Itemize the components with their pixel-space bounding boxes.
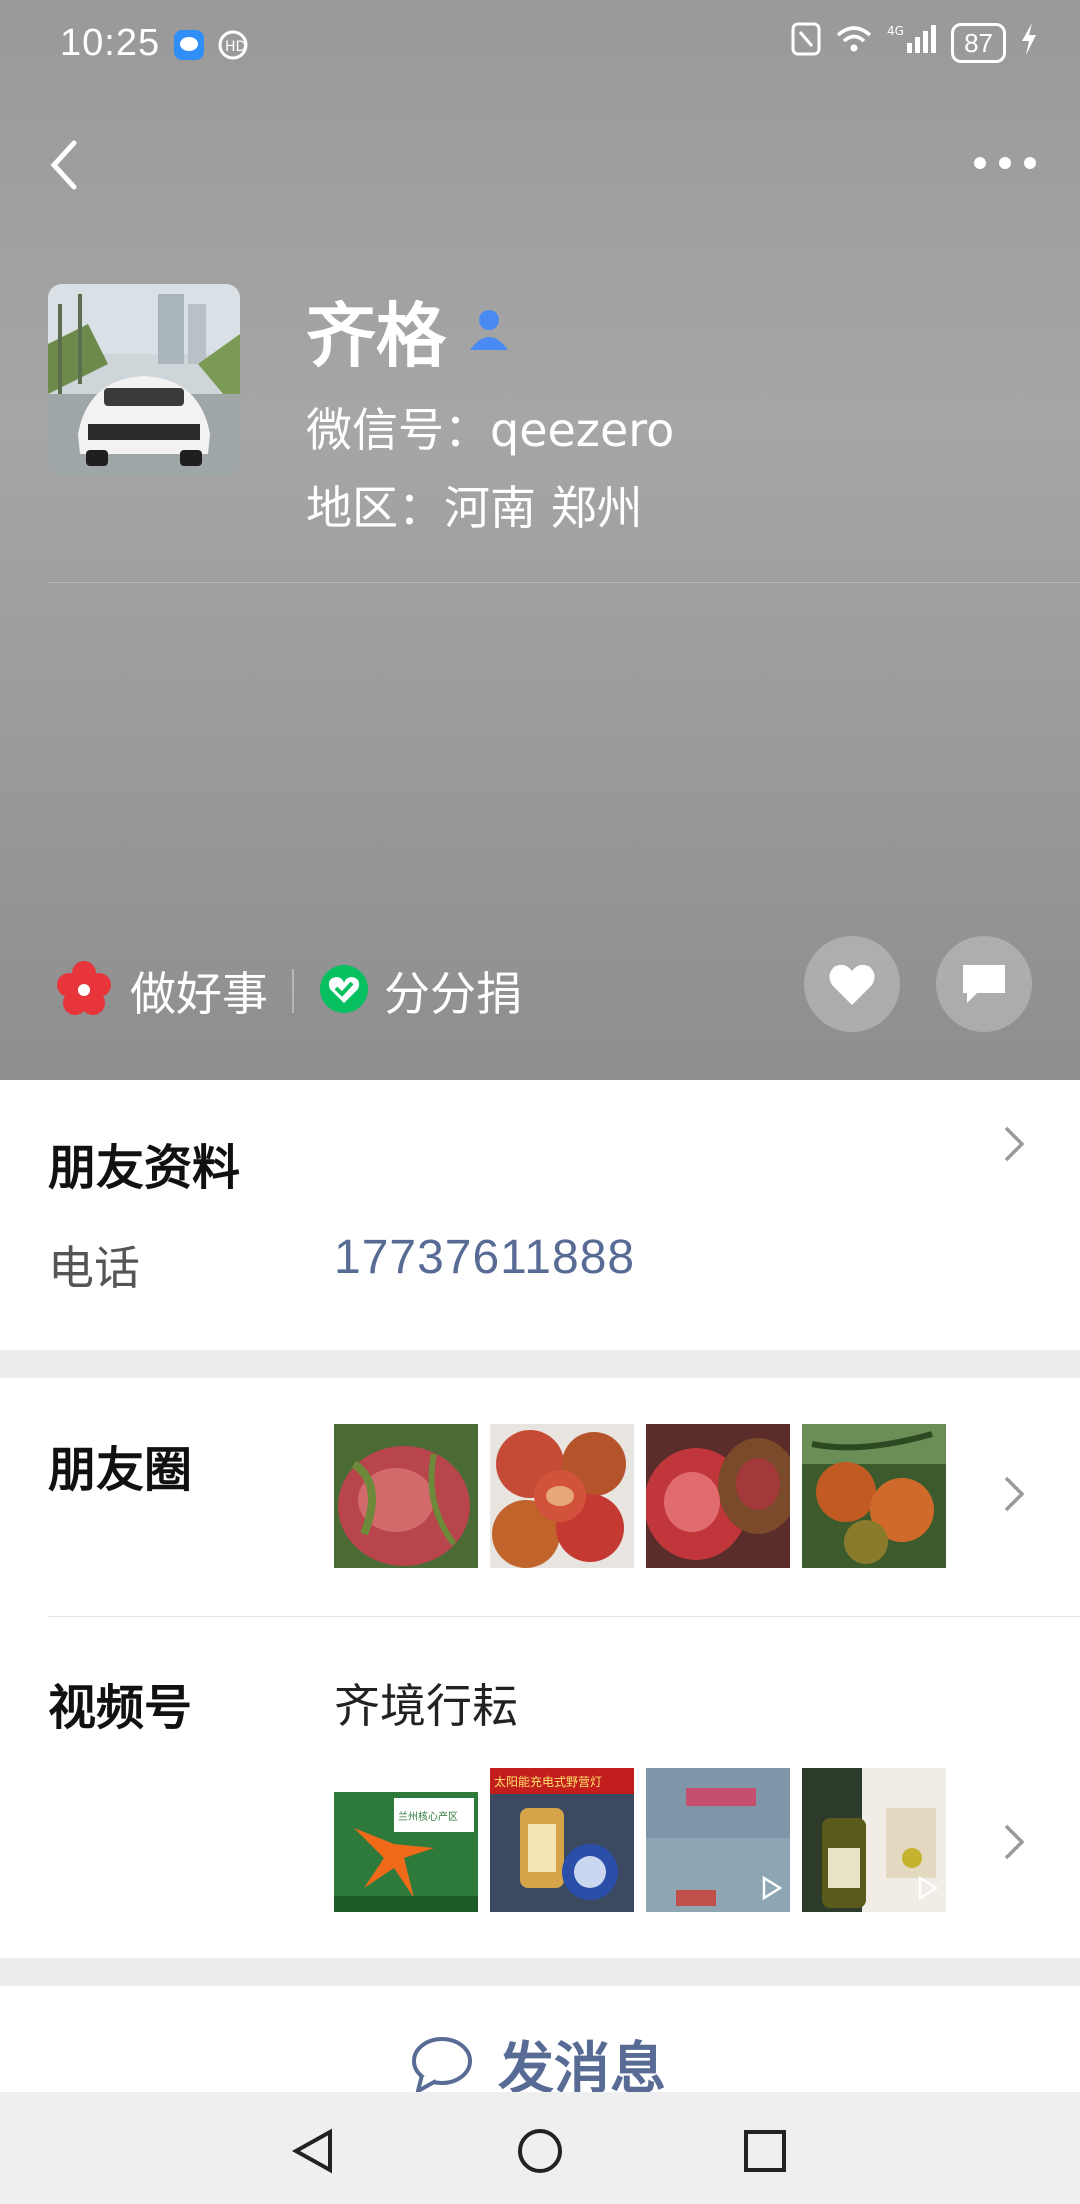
status-bar: 10:25 HD 4G 87 xyxy=(0,0,1080,92)
friend-info-title: 朋友资料 xyxy=(48,1140,241,1196)
phone-label: 电话 xyxy=(48,1241,140,1295)
channel-thumb-camping-lantern: 太阳能充电式野营灯 xyxy=(490,1768,634,1912)
system-navigation-bar xyxy=(0,2092,1080,2204)
svg-text:HD: HD xyxy=(225,39,246,55)
chevron-right-icon xyxy=(1004,1824,1025,1860)
good-deeds-flower-icon xyxy=(54,959,114,1023)
moments-thumb-tomato-cut-2 xyxy=(646,1424,790,1568)
status-time: 10:25 xyxy=(60,22,161,64)
moments-thumb-tomato-pile xyxy=(490,1424,634,1568)
donate-heart-icon xyxy=(318,963,370,1019)
message-app-icon xyxy=(172,28,206,66)
avatar[interactable] xyxy=(48,284,240,476)
content-card: 朋友圈 视频号 齐境行耘 兰州核心产区 太阳能充电式野营灯 xyxy=(0,1378,1080,1958)
chevron-right-icon xyxy=(1004,1126,1025,1162)
channel-thumb-olive-oil xyxy=(802,1768,946,1912)
nav-home-icon[interactable] xyxy=(515,2126,565,2176)
profile-name: 齐格 xyxy=(306,295,446,377)
poster-core-area-text: 兰州核心产区 xyxy=(398,1810,458,1823)
speech-bubble-icon xyxy=(963,965,1005,1003)
region: 地区：河南 郑州 xyxy=(306,481,643,535)
moments-thumb-tomato-on-vine xyxy=(802,1424,946,1568)
header-divider xyxy=(48,582,1080,583)
moments-title: 朋友圈 xyxy=(48,1442,193,1498)
back-button[interactable] xyxy=(40,135,90,195)
channels-thumbnails[interactable]: 兰州核心产区 太阳能充电式野营灯 xyxy=(334,1768,946,1912)
hd-call-icon: HD xyxy=(216,28,250,66)
svg-text:4G: 4G xyxy=(887,24,904,38)
channels-title: 视频号 xyxy=(48,1680,193,1736)
contact-person-icon xyxy=(466,306,512,356)
poster-lantern-text: 太阳能充电式野营灯 xyxy=(494,1774,602,1789)
comment-button[interactable] xyxy=(936,936,1032,1032)
donate-label[interactable]: 分分捐 xyxy=(384,958,522,1024)
more-dots-icon xyxy=(974,157,1036,169)
wifi-icon xyxy=(835,24,873,61)
chat-bubble-icon xyxy=(412,2036,472,2095)
channel-thumb-misty-video xyxy=(646,1768,790,1912)
4g-signal-icon: 4G xyxy=(887,23,937,62)
header-action-separator xyxy=(292,969,294,1013)
battery-icon: 87 xyxy=(951,22,1006,63)
phone-number[interactable]: 17737611888 xyxy=(334,1230,635,1285)
row-divider xyxy=(48,1616,1080,1617)
moments-thumb-tomato-cut-1 xyxy=(334,1424,478,1568)
wechat-id: 微信号：qeezero xyxy=(306,403,675,457)
friend-info-card[interactable]: 朋友资料 电话 17737611888 xyxy=(0,1080,1080,1350)
nfc-icon xyxy=(791,22,821,63)
nav-back-icon[interactable] xyxy=(290,2126,340,2176)
more-options-button[interactable] xyxy=(970,145,1040,185)
profile-header: 10:25 HD 4G 87 齐格 微信号：qeezero 地区：河南 郑州 做… xyxy=(0,0,1080,1080)
channel-thumb-lily-poster: 兰州核心产区 xyxy=(334,1768,478,1912)
heart-icon xyxy=(829,964,875,1005)
charging-icon xyxy=(1020,23,1038,62)
good-deeds-label[interactable]: 做好事 xyxy=(130,958,268,1024)
moments-thumbnails[interactable] xyxy=(334,1424,946,1568)
nav-recents-icon[interactable] xyxy=(740,2126,790,2176)
channel-name[interactable]: 齐境行耘 xyxy=(334,1670,518,1736)
chevron-left-icon xyxy=(50,140,77,190)
chevron-right-icon xyxy=(1004,1476,1025,1512)
like-button[interactable] xyxy=(804,936,900,1032)
